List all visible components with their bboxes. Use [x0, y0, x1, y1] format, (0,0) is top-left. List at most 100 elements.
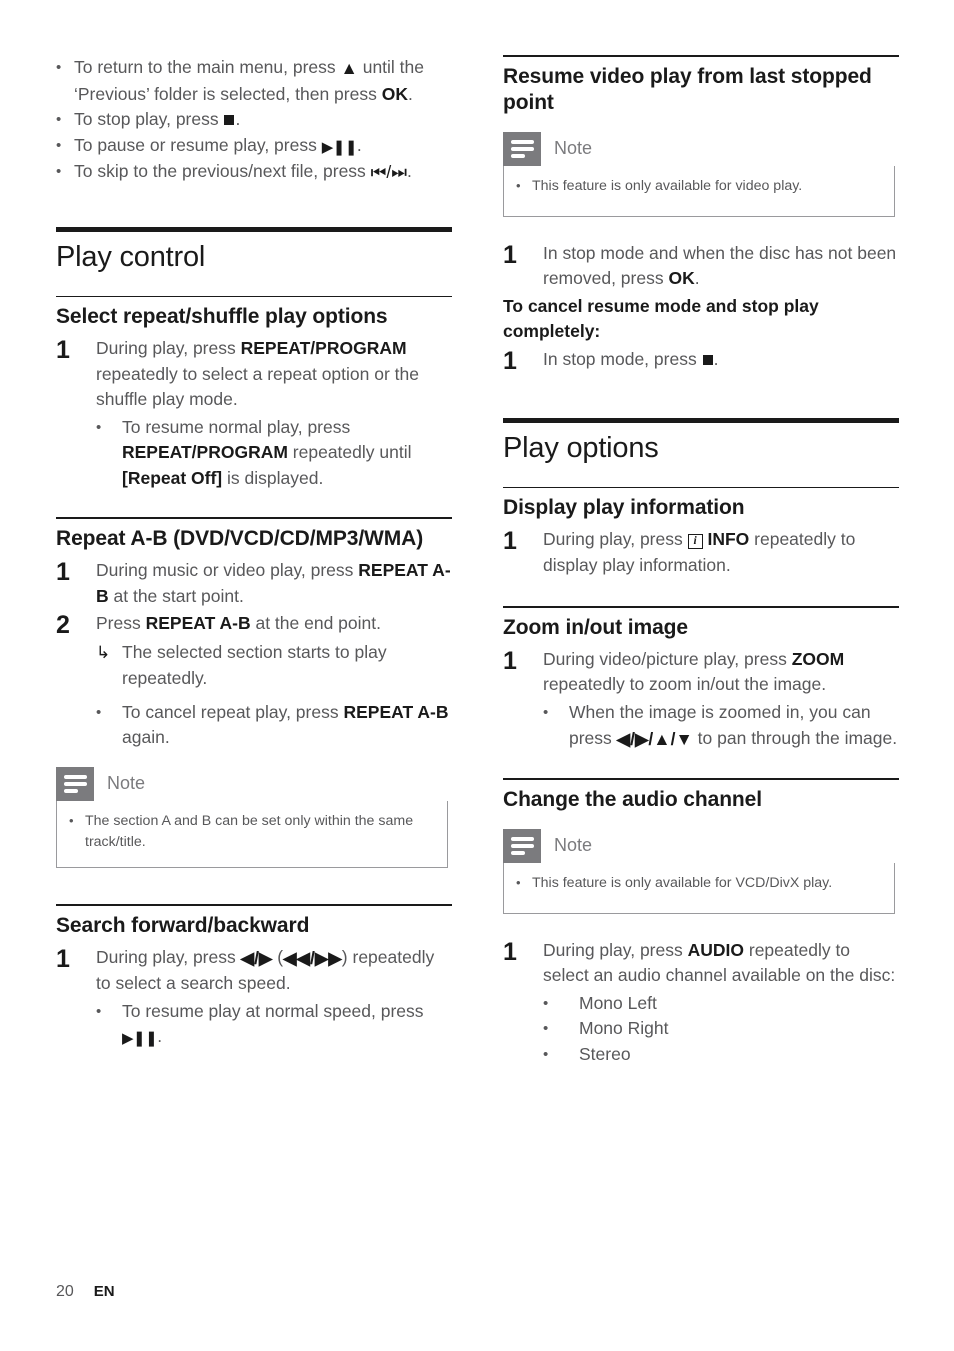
list-item: • This feature is only available for vid…	[516, 176, 882, 197]
note-header: Note	[503, 828, 895, 863]
result-text: The selected section starts to play repe…	[122, 642, 387, 688]
note-label: Note	[554, 835, 593, 856]
bullet-dot: •	[543, 1045, 549, 1063]
step-text: During music or video play, press REPEAT…	[96, 560, 451, 606]
note-icon	[503, 131, 541, 166]
bullet-dot: •	[96, 1002, 102, 1020]
bullet-dot: •	[69, 812, 74, 828]
left-column: • To return to the main menu, press ▲ un…	[56, 55, 452, 1050]
heading-display-play-information: Display play information	[503, 496, 745, 520]
bullet-dot: •	[543, 1020, 549, 1038]
subsection-rule	[56, 295, 452, 298]
bullet-dot: •	[516, 177, 521, 193]
bullet-dot: •	[516, 874, 521, 890]
note-body: • This feature is only available for VCD…	[503, 862, 895, 914]
section-rule	[503, 418, 899, 424]
bullet-dot: •	[56, 59, 62, 76]
stop-icon	[224, 115, 235, 126]
step-number: 1	[56, 944, 70, 973]
step-number: 1	[503, 937, 517, 966]
page-footer: 20 EN	[56, 1283, 115, 1301]
bullet-text: To resume normal play, press REPEAT/PROG…	[122, 416, 412, 488]
step: 1 During music or video play, press REPE…	[56, 558, 452, 609]
rewind-forward-icon: ◀◀/▶▶	[283, 947, 342, 968]
option-label: Stereo	[579, 1043, 631, 1064]
bullet-text: When the image is zoomed in, you can pre…	[569, 700, 899, 752]
cancel-resume-heading: To cancel resume mode and stop play comp…	[503, 295, 819, 342]
step: 1 During play, press REPEAT/PROGRAM repe…	[56, 336, 452, 413]
right-column: Resume video play from last stopped poin…	[503, 55, 899, 1067]
heading-select-repeat-shuffle: Select repeat/shuffle play options	[56, 305, 388, 329]
bullet-dot: •	[96, 703, 102, 721]
bullet-dot: •	[543, 994, 549, 1012]
option-label: Mono Left	[579, 992, 657, 1013]
note-box: Note • This feature is only available fo…	[503, 828, 895, 914]
note-text: This feature is only available for video…	[532, 177, 803, 194]
play-pause-icon: ▶❚❚	[321, 138, 358, 156]
section-rule	[56, 227, 452, 233]
list-item: • To resume normal play, press REPEAT/PR…	[96, 415, 452, 492]
list-item: • To skip to the previous/next file, pre…	[56, 159, 452, 186]
step: 1 During play, press AUDIO repeatedly to…	[503, 938, 899, 989]
heading-repeat-ab: Repeat A-B (DVD/VCD/CD/MP3/WMA)	[56, 527, 424, 551]
note-box: Note • This feature is only available fo…	[503, 131, 895, 217]
subsection-rule	[503, 778, 899, 780]
bullet-dot: •	[543, 704, 549, 721]
list-item: • Mono Right	[543, 1016, 899, 1042]
note-icon	[503, 828, 541, 863]
step-text: During video/picture play, press ZOOM re…	[543, 648, 845, 695]
subsection-rule	[56, 517, 452, 520]
step: 1 During play, press ◀/▶ (◀◀/▶▶) repeate…	[56, 945, 452, 997]
step: 2 Press REPEAT A-B at the end point.	[56, 611, 452, 638]
section-title-play-options: Play options	[503, 432, 659, 465]
audio-channel-options: • Mono Left • Mono Right • Stereo	[503, 991, 899, 1068]
page-number: 20	[56, 1283, 74, 1300]
bullet-text: To stop play, press .	[74, 109, 241, 130]
subsection-rule	[503, 55, 899, 57]
step-text: During play, press AUDIO repeatedly to s…	[543, 939, 896, 986]
play-pause-icon: ▶❚❚	[122, 1030, 158, 1048]
step-number: 1	[56, 336, 70, 365]
note-header: Note	[56, 766, 448, 801]
bullet-dot: •	[56, 111, 62, 129]
step-number: 1	[503, 240, 517, 269]
list-item: • When the image is zoomed in, you can p…	[543, 700, 899, 752]
list-item: • To resume play at normal speed, press …	[96, 999, 452, 1050]
step-number: 1	[503, 527, 517, 556]
note-body: • This feature is only available for vid…	[503, 165, 895, 217]
bullet-dot: •	[56, 162, 62, 180]
note-header: Note	[503, 131, 895, 166]
bullet-text: To cancel repeat play, press REPEAT A-B …	[122, 701, 449, 748]
step-text: During play, press ◀/▶ (◀◀/▶▶) repeatedl…	[96, 946, 435, 994]
step-bullet-list: • To resume normal play, press REPEAT/PR…	[56, 415, 452, 492]
step: 1 In stop mode, press .	[503, 347, 899, 374]
result-arrow-icon: ↳	[96, 643, 111, 663]
up-arrow-icon: ▲	[340, 58, 358, 78]
list-item: • To return to the main menu, press ▲ un…	[56, 55, 452, 107]
step-bullet-list: • When the image is zoomed in, you can p…	[503, 700, 899, 752]
direction-pad-icon: ◀/▶/▲/▼	[616, 728, 693, 749]
step-number: 2	[56, 611, 70, 640]
previous-next-icon: ⏮/⏭	[370, 161, 408, 182]
bullet-text: To skip to the previous/next file, press…	[74, 159, 452, 186]
left-right-arrow-icon: ◀/▶	[240, 947, 273, 968]
language-code: EN	[93, 1283, 115, 1300]
step-text: Press REPEAT A-B at the end point.	[96, 613, 381, 634]
note-label: Note	[554, 138, 593, 159]
bullet-dot: •	[56, 136, 62, 154]
stop-icon	[702, 354, 713, 365]
note-box: Note • The section A and B can be set on…	[56, 766, 448, 869]
step-result: ↳ The selected section starts to play re…	[56, 640, 452, 691]
note-label: Note	[107, 773, 146, 794]
page-title: Play control	[56, 241, 206, 274]
bullet-text: To resume play at normal speed, press ▶❚…	[122, 999, 452, 1050]
step-number: 1	[503, 646, 517, 675]
step-text: In stop mode, press .	[543, 348, 719, 369]
list-item: • Stereo	[543, 1042, 899, 1068]
list-item: • To pause or resume play, press ▶❚❚.	[56, 133, 452, 159]
step-text: In stop mode and when the disc has not b…	[543, 242, 897, 289]
subsection-rule	[503, 606, 899, 608]
step-text: During play, press i INFO repeatedly to …	[543, 529, 856, 575]
step: 1 During play, press i INFO repeatedly t…	[503, 527, 899, 578]
bullet-text: To pause or resume play, press ▶❚❚.	[74, 133, 452, 159]
